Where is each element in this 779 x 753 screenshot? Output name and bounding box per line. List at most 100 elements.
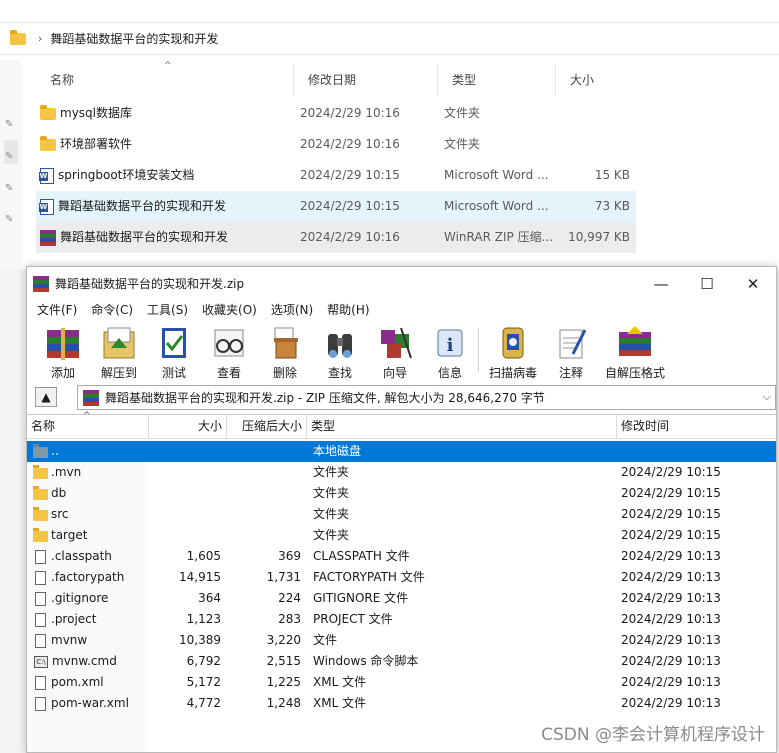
entry-type: Windows 命令脚本 xyxy=(313,654,419,668)
maximize-button[interactable]: ☐ xyxy=(684,267,730,300)
breadcrumb[interactable]: 舞蹈基础数据平台的实现和开发 xyxy=(50,30,218,47)
find-binoculars-icon xyxy=(320,324,360,362)
virus-scan-label: 扫描病毒 xyxy=(488,366,537,380)
explorer-row[interactable]: 舞蹈基础数据平台的实现和开发 2024/2/29 10:15 Microsoft W… xyxy=(36,191,636,222)
column-name[interactable]: 名称 xyxy=(27,415,149,439)
comment-button[interactable]: 注释 xyxy=(541,322,601,380)
archive-row[interactable]: pom.xml 5,172 1,225 XML 文件 2024/2/29 10:13 xyxy=(27,672,776,693)
file-icon xyxy=(35,549,46,564)
archive-row[interactable]: C:\ mvnw.cmd 6,792 2,515 Windows 命令脚本 2024/2/… xyxy=(27,651,776,672)
parent-folder-row[interactable]: .. 本地磁盘 xyxy=(27,441,776,462)
file-date: 2024/2/29 10:15 xyxy=(300,199,400,213)
find-button[interactable]: 查找 xyxy=(310,322,370,380)
explorer-row[interactable]: springboot环境安装文档 2024/2/29 10:15 Microsoft… xyxy=(36,160,636,191)
entry-modified: 2024/2/29 10:13 xyxy=(621,570,721,584)
archive-row[interactable]: .mvn 文件夹 2024/2/29 10:15 xyxy=(27,462,776,483)
watermark-text: CSDN @李会计算机程序设计 xyxy=(541,725,765,745)
delete-trash-icon xyxy=(265,324,305,362)
delete-button[interactable]: 删除 xyxy=(255,322,315,380)
arrow-up-icon: ▲ xyxy=(41,390,51,404)
column-packed-size[interactable]: 压缩后大小 xyxy=(227,415,307,439)
extract-to-button[interactable]: 解压到 xyxy=(89,322,149,380)
chevron-down-icon[interactable]: ⌵ xyxy=(763,390,771,404)
explorer-row[interactable]: mysql数据库 2024/2/29 10:16 文件夹 xyxy=(36,98,636,129)
address-bar[interactable]: › 舞蹈基础数据平台的实现和开发 xyxy=(0,22,779,55)
archive-row[interactable]: .factorypath 14,915 1,731 FACTORYPATH 文件 202… xyxy=(27,567,776,588)
menu-favorites[interactable]: 收藏夹(O) xyxy=(197,301,262,318)
menu-commands[interactable]: 命令(C) xyxy=(86,301,138,318)
test-button[interactable]: 测试 xyxy=(144,322,204,380)
explorer-row[interactable]: 舞蹈基础数据平台的实现和开发 2024/2/29 10:16 WinRAR ZIP … xyxy=(36,222,636,253)
pin-icon[interactable]: ✎ xyxy=(5,120,15,130)
entry-packed-size: 1,248 xyxy=(266,696,301,710)
svg-text:i: i xyxy=(447,335,454,356)
folder-icon xyxy=(33,528,48,542)
entry-name: .. xyxy=(33,441,59,462)
folder-icon xyxy=(33,465,48,479)
archive-row[interactable]: src 文件夹 2024/2/29 10:15 xyxy=(27,504,776,525)
column-size[interactable]: 大小 xyxy=(556,64,636,96)
archive-row[interactable]: db 文件夹 2024/2/29 10:15 xyxy=(27,483,776,504)
menu-file[interactable]: 文件(F) xyxy=(32,301,82,318)
folder-icon xyxy=(33,507,48,521)
up-one-level-button[interactable]: ▲ xyxy=(35,387,57,407)
add-button[interactable]: 添加 xyxy=(33,322,93,380)
virus-scan-button[interactable]: 扫描病毒 xyxy=(483,322,543,380)
file-name-text: springboot环境安装文档 xyxy=(58,168,195,182)
pin-icon[interactable]: ✎ xyxy=(5,184,15,194)
archive-path-dropdown[interactable]: 舞蹈基础数据平台的实现和开发.zip - ZIP 压缩文件, 解包大小为 28,… xyxy=(77,385,776,410)
script-file-icon: C:\ xyxy=(34,655,48,668)
folder-icon xyxy=(10,29,26,45)
minimize-button[interactable]: — xyxy=(638,267,684,300)
sfx-button[interactable]: 自解压格式 xyxy=(603,322,667,380)
file-type: Microsoft Word ... xyxy=(444,199,549,213)
pin-icon[interactable]: ✎ xyxy=(5,215,15,225)
pin-icon[interactable]: ✎ xyxy=(5,152,15,162)
menu-options[interactable]: 选项(N) xyxy=(266,301,318,318)
menu-tools[interactable]: 工具(S) xyxy=(142,301,193,318)
entry-size: 4,772 xyxy=(186,696,221,710)
info-button[interactable]: i 信息 xyxy=(420,322,480,380)
entry-type: XML 文件 xyxy=(313,696,367,710)
entry-modified: 2024/2/29 10:15 xyxy=(621,528,721,542)
entry-size: 10,389 xyxy=(179,633,221,647)
file-name: 舞蹈基础数据平台的实现和开发 xyxy=(39,191,227,222)
explorer-row[interactable]: 环境部署软件 2024/2/29 10:16 文件夹 xyxy=(36,129,636,160)
archive-row[interactable]: .classpath 1,605 369 CLASSPATH 文件 2024/2/29 … xyxy=(27,546,776,567)
view-button[interactable]: 查看 xyxy=(199,322,259,380)
file-icon xyxy=(35,591,46,606)
column-modified[interactable]: 修改时间 xyxy=(617,415,778,439)
entry-modified: 2024/2/29 10:13 xyxy=(621,591,721,605)
sfx-label: 自解压格式 xyxy=(604,366,665,380)
file-date: 2024/2/29 10:16 xyxy=(300,137,400,151)
menu-help[interactable]: 帮助(H) xyxy=(322,301,374,318)
column-type[interactable]: 类型 xyxy=(438,64,556,96)
archive-row[interactable]: .project 1,123 283 PROJECT 文件 2024/2/29 10:1… xyxy=(27,609,776,630)
file-name-text: mysql数据库 xyxy=(60,106,132,120)
column-size[interactable]: 大小 xyxy=(149,415,227,439)
file-name-text: 舞蹈基础数据平台的实现和开发 xyxy=(58,199,227,213)
file-date: 2024/2/29 10:16 xyxy=(300,106,400,120)
close-button[interactable]: ✕ xyxy=(730,267,776,300)
folder-icon xyxy=(40,104,56,120)
virus-scan-icon xyxy=(493,324,533,362)
menu-bar: 文件(F) 命令(C) 工具(S) 收藏夹(O) 选项(N) 帮助(H) xyxy=(27,298,776,320)
entry-name: src xyxy=(33,504,69,525)
entry-name-text: pom-war.xml xyxy=(51,696,129,710)
wizard-button[interactable]: 向导 xyxy=(365,322,425,380)
file-icon xyxy=(35,696,46,711)
entry-packed-size: 3,220 xyxy=(266,633,301,647)
view-label: 查看 xyxy=(216,366,241,380)
title-bar[interactable]: 舞蹈基础数据平台的实现和开发.zip — ☐ ✕ xyxy=(27,267,776,300)
column-type[interactable]: 类型 xyxy=(307,415,617,439)
column-name[interactable]: 名称 xyxy=(36,64,294,96)
archive-row[interactable]: mvnw 10,389 3,220 文件 2024/2/29 10:13 xyxy=(27,630,776,651)
entry-name-text: db xyxy=(51,486,67,500)
entry-modified: 2024/2/29 10:13 xyxy=(621,549,721,563)
file-size: 73 KB xyxy=(594,199,630,213)
column-date[interactable]: 修改日期 xyxy=(294,64,438,96)
archive-row[interactable]: .gitignore 364 224 GITIGNORE 文件 2024/2/29 10… xyxy=(27,588,776,609)
info-label: 信息 xyxy=(437,366,462,380)
archive-row[interactable]: target 文件夹 2024/2/29 10:15 xyxy=(27,525,776,546)
archive-row[interactable]: pom-war.xml 4,772 1,248 XML 文件 2024/2/29 10:… xyxy=(27,693,776,714)
